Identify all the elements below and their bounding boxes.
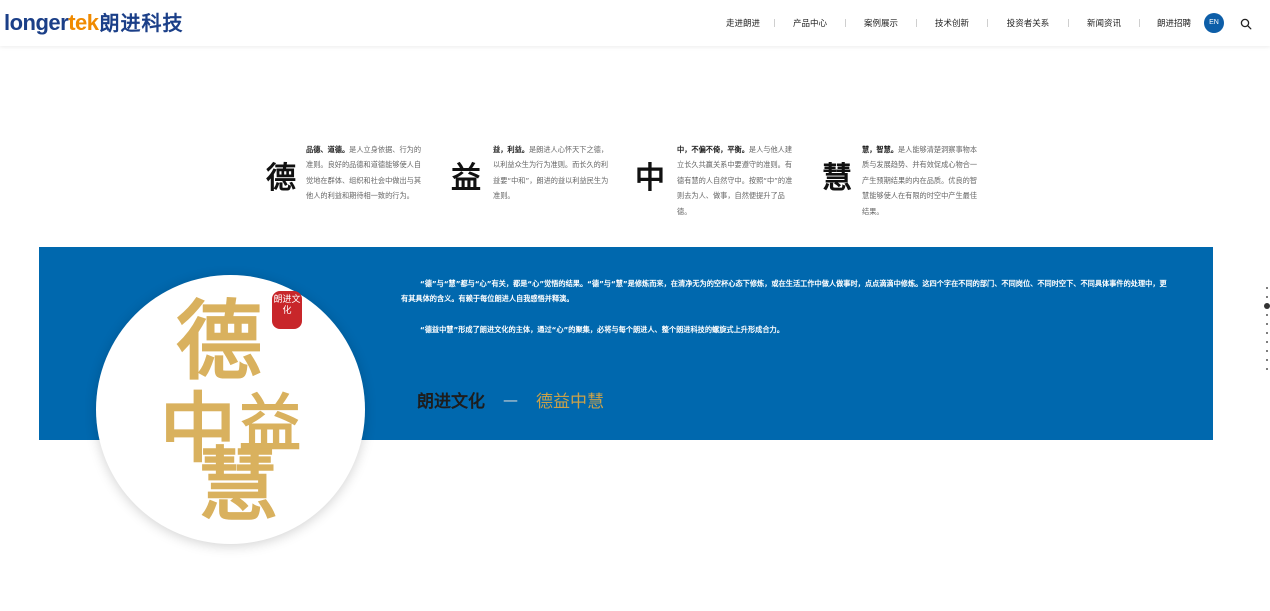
pagination-dot[interactable] [1266,314,1268,316]
value-lead: 益，利益。 [493,145,529,154]
pagination-dot[interactable] [1266,341,1268,343]
main-nav: 走进朗进 产品中心 案例展示 技术创新 投资者关系 新闻资讯 朗进招聘 [712,0,1208,46]
value-text: 是人能够清楚洞察事物本质与发展趋势、并有效促成心物合一产生预期结果的内在品质。优… [862,145,978,216]
logo-text-longer: longer [4,10,69,35]
value-desc-zhong: 中，不偏不倚，平衡。是人与他人建立长久共赢关系中要遵守的准则。有德有慧的人自然守… [677,142,797,219]
nav-item-3[interactable]: 技术创新 [917,17,987,29]
culture-title-main: 朗进文化 [417,392,485,412]
nav-item-6[interactable]: 朗进招聘 [1140,17,1208,29]
title-dash: — [503,390,518,409]
nav-item-1[interactable]: 产品中心 [775,17,845,29]
value-desc-yi: 益，利益。是朗进人心怀天下之德，以利益众生为行为准则。而长久的利益要“中和”，朗… [493,142,613,204]
emblem-char-de: 德 [176,291,262,392]
search-icon[interactable] [1240,18,1252,30]
emblem-char-hui: 慧 [198,438,278,532]
logo-text-tek: tek [68,10,99,35]
culture-paragraph-1: “德”与“慧”都与“心”有关，都是“心”觉悟的结果。“德”与“慧”是修炼而来，在… [401,279,1167,303]
value-desc-hui: 慧，智慧。是人能够清楚洞察事物本质与发展趋势、并有效促成心物合一产生预期结果的内… [862,142,982,219]
pagination-dot[interactable] [1266,368,1268,370]
culture-emblem: 朗进文化 德 益 中 慧 [96,275,365,544]
culture-paragraph-2: “德益中慧”形成了朗进文化的主体，通过“心”的聚集，必将与每个朗进人、整个朗进科… [420,325,784,334]
longertek-logo[interactable]: longer tek 朗进科技 [4,7,184,37]
pagination-dot[interactable] [1266,332,1268,334]
nav-item-4[interactable]: 投资者关系 [988,17,1068,29]
pagination-dot[interactable] [1266,323,1268,325]
nav-item-5[interactable]: 新闻资讯 [1069,17,1139,29]
value-lead: 中，不偏不倚，平衡。 [677,145,749,154]
section-pagination [1264,287,1270,377]
red-seal-stamp: 朗进文化 [272,291,302,329]
pagination-dot[interactable] [1266,359,1268,361]
pagination-dot[interactable] [1264,303,1270,309]
nav-item-0[interactable]: 走进朗进 [712,17,774,29]
value-lead: 慧，智慧。 [862,145,898,154]
nav-item-2[interactable]: 案例展示 [846,17,916,29]
pagination-dot[interactable] [1266,287,1268,289]
value-char-de: 德 [266,161,296,196]
value-char-hui: 慧 [822,161,852,196]
site-header: longer tek 朗进科技 走进朗进 产品中心 案例展示 技术创新 投资者关系 新闻资讯朗… [0,0,1270,46]
value-text: 是人与他人建立长久共赢关系中要遵守的准则。有德有慧的人自然守中。按照“中”的准则… [677,145,793,216]
culture-title: 朗进文化 — 德益中慧 [417,387,604,413]
value-desc-de: 品德、道德。是人立身依据、行为的准则。良好的品德和道德能够使人自觉地在群体、组织… [306,142,426,204]
value-char-yi: 益 [451,161,481,196]
pagination-dot[interactable] [1266,350,1268,352]
logo-text-chinese: 朗进科技 [99,11,184,35]
value-char-zhong: 中 [635,161,665,196]
culture-title-sub: 德益中慧 [536,392,604,412]
value-lead: 品德、道德。 [306,145,350,154]
language-switch-button[interactable]: EN [1204,13,1224,33]
pagination-dot[interactable] [1266,296,1268,298]
